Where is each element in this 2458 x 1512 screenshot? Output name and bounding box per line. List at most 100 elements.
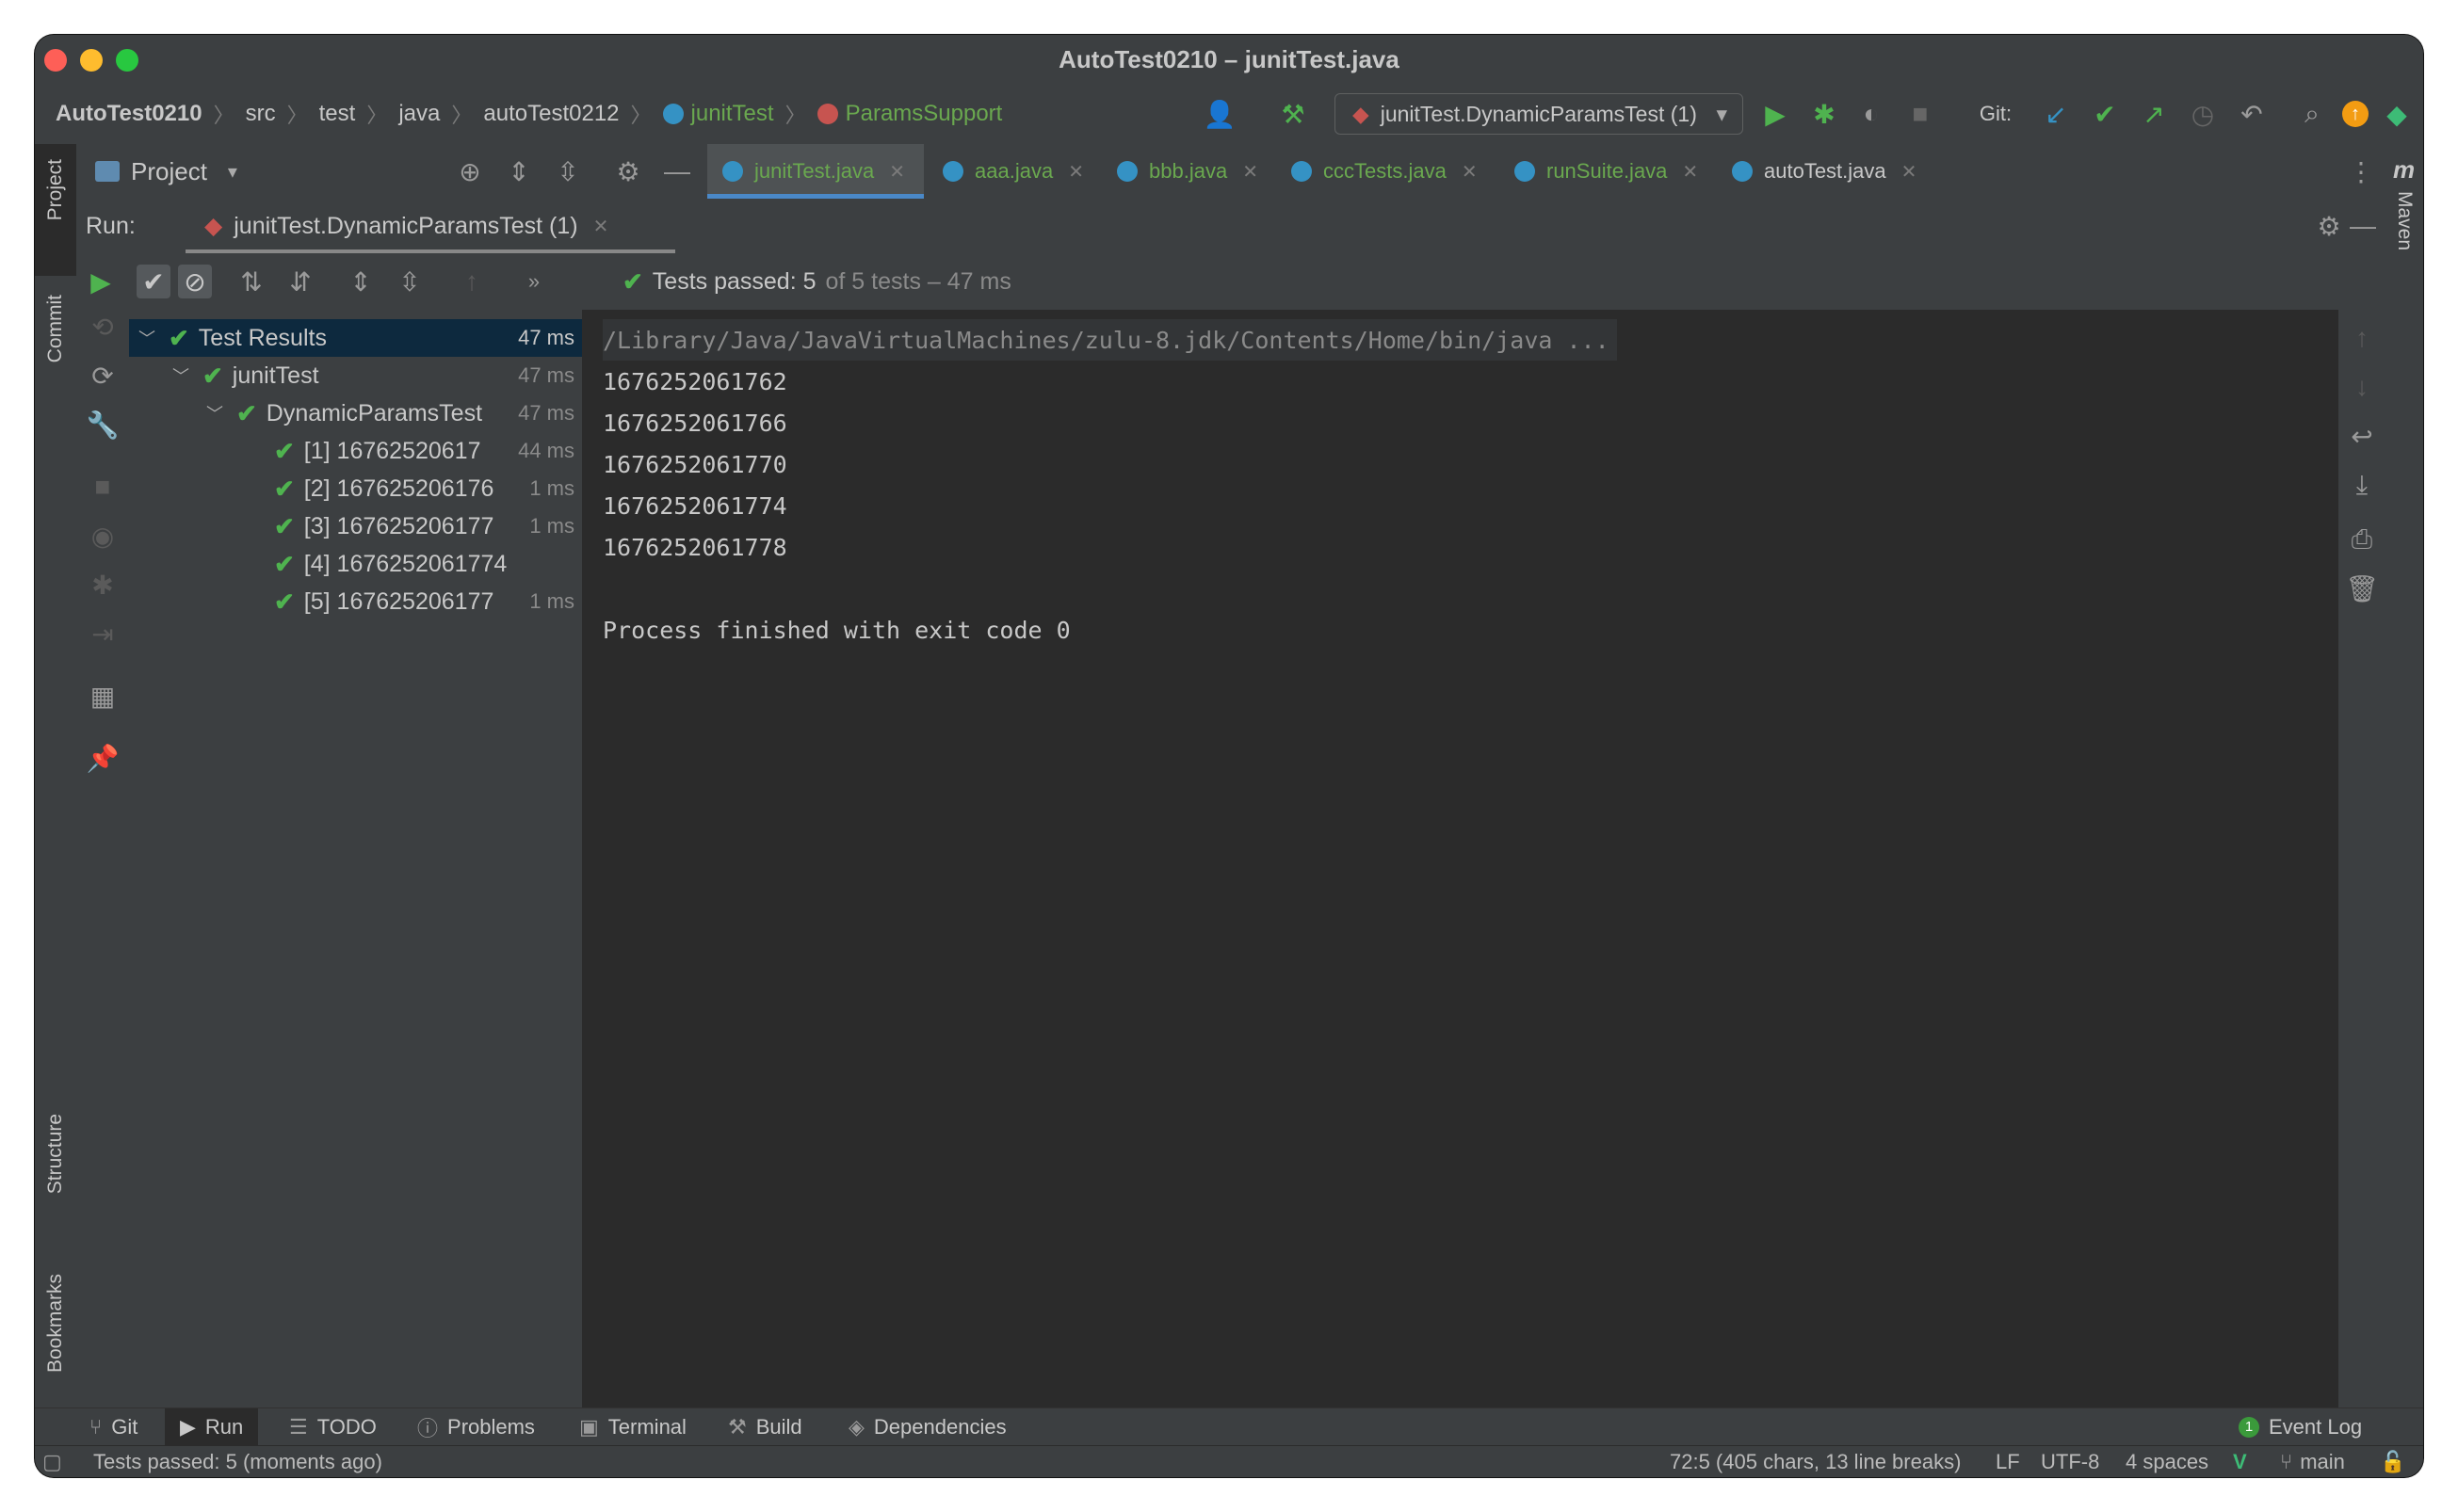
collapse-all-icon[interactable]: ⇳ <box>393 265 427 298</box>
sort-duration-icon[interactable]: ⇵ <box>283 265 317 298</box>
cursor-position[interactable]: 72:5 (405 chars, 13 line breaks) <box>1670 1446 1961 1477</box>
git-branch[interactable]: ⑂ main <box>2280 1446 2345 1477</box>
sort-alpha-icon[interactable]: ⇅ <box>234 265 268 298</box>
breadcrumb-project[interactable]: AutoTest0210 <box>56 101 202 127</box>
rerun-icon[interactable]: ▶ <box>84 265 118 298</box>
vue-icon[interactable]: V <box>2233 1446 2247 1477</box>
zoom-window-button[interactable] <box>116 49 138 72</box>
tab-dependencies[interactable]: ◈ Dependencies <box>849 1408 1007 1446</box>
run-icon[interactable]: ▶ <box>1758 97 1792 131</box>
tree-row-test-4[interactable]: ✔ [4] 1676252061774 <box>129 545 582 583</box>
print-icon[interactable]: ⎙ <box>2345 523 2379 556</box>
search-icon[interactable]: ⌕ <box>2295 97 2329 131</box>
tab-junittest-java[interactable]: junitTest.java ✕ <box>707 144 924 199</box>
line-separator[interactable]: LF <box>1996 1446 2020 1477</box>
file-encoding[interactable]: UTF-8 <box>2041 1446 2099 1477</box>
project-panel-header[interactable]: Project ▾ <box>95 144 237 199</box>
tree-row-dynamicparamstest[interactable]: ﹀ ✔ DynamicParamsTest 47 ms <box>129 394 582 432</box>
debug-icon[interactable]: ✱ <box>1807 97 1841 131</box>
expand-all-icon[interactable]: ⇕ <box>344 265 378 298</box>
exit-icon[interactable]: ⇥ <box>86 617 120 651</box>
tab-aaa-java[interactable]: aaa.java ✕ <box>943 144 1084 199</box>
rerun-failed-icon[interactable]: ⟲ <box>86 310 120 344</box>
status-message[interactable]: Tests passed: 5 (moments ago) <box>93 1446 382 1477</box>
tab-event-log[interactable]: 1 Event Log <box>2239 1408 2362 1446</box>
tree-row-test-results[interactable]: ﹀ ✔ Test Results 47 ms <box>129 319 582 357</box>
tab-ccctests-java[interactable]: cccTests.java ✕ <box>1291 144 1478 199</box>
arrow-up-icon[interactable]: ↑ <box>2345 321 2379 355</box>
close-icon[interactable]: ✕ <box>1068 160 1084 184</box>
minimize-window-button[interactable] <box>80 49 103 72</box>
tab-runsuite-java[interactable]: runSuite.java ✕ <box>1514 144 1698 199</box>
breadcrumb-test[interactable]: test <box>319 101 356 127</box>
strip-maven[interactable]: Maven <box>2393 191 2416 250</box>
indent-setting[interactable]: 4 spaces <box>2126 1446 2208 1477</box>
breadcrumb-java[interactable]: java <box>398 101 440 127</box>
panel-toggle-icon[interactable]: ▢ <box>42 1446 62 1477</box>
console-line[interactable]: /Library/Java/JavaVirtualMachines/zulu-8… <box>603 319 1617 361</box>
tab-git[interactable]: ⑂ Git <box>89 1408 137 1446</box>
close-icon[interactable]: ✕ <box>1242 160 1258 184</box>
coverage-icon[interactable]: ◐ <box>1854 97 1888 131</box>
close-icon[interactable]: ✕ <box>593 215 609 238</box>
tab-autotest-java[interactable]: autoTest.java ✕ <box>1732 144 1916 199</box>
pin-icon[interactable]: 📌 <box>86 741 120 775</box>
git-update-icon[interactable]: ↙ <box>2039 97 2073 131</box>
rollback-icon[interactable]: ↶ <box>2235 97 2269 131</box>
toggle-auto-test-icon[interactable]: ⟳ <box>86 359 120 393</box>
camera-icon[interactable]: ◉ <box>86 519 120 553</box>
breadcrumb-class[interactable]: junitTest <box>691 101 774 127</box>
collapse-all-icon[interactable]: ⇳ <box>551 154 585 188</box>
tree-row-test-1[interactable]: ✔ [1] 16762520617 44 ms <box>129 432 582 470</box>
locate-icon[interactable]: ⊕ <box>453 154 487 188</box>
run-configuration-selector[interactable]: ◆ junitTest.DynamicParamsTest (1) ▾ <box>1334 93 1743 135</box>
breadcrumb-method[interactable]: ParamsSupport <box>846 101 1003 127</box>
tree-row-test-5[interactable]: ✔ [5] 167625206177 1 ms <box>129 583 582 620</box>
more-tabs-icon[interactable]: ⋮ <box>2344 154 2378 188</box>
close-window-button[interactable] <box>44 49 67 72</box>
close-icon[interactable]: ✕ <box>1682 160 1698 184</box>
previous-failed-icon[interactable]: ↑ <box>455 265 489 298</box>
console-output[interactable]: /Library/Java/JavaVirtualMachines/zulu-8… <box>582 310 2338 1407</box>
gear-icon[interactable]: ⚙ <box>611 154 645 188</box>
arrow-down-icon[interactable]: ↓ <box>2345 370 2379 404</box>
stop-icon[interactable]: ■ <box>1903 97 1937 131</box>
tab-problems[interactable]: ⓘ Problems <box>417 1408 535 1446</box>
trash-icon[interactable]: 🗑 <box>2345 571 2379 605</box>
breadcrumb-package[interactable]: autoTest0212 <box>483 101 619 127</box>
tree-row-test-2[interactable]: ✔ [2] 167625206176 1 ms <box>129 470 582 507</box>
tab-run[interactable]: ▶ Run <box>165 1408 259 1446</box>
scroll-to-end-icon[interactable]: ⤓ <box>2345 468 2379 502</box>
git-push-icon[interactable]: ↗ <box>2137 97 2171 131</box>
tab-bbb-java[interactable]: bbb.java ✕ <box>1117 144 1258 199</box>
stop-icon[interactable]: ■ <box>86 470 120 504</box>
tab-todo[interactable]: ☰ TODO <box>289 1408 377 1446</box>
tree-row-junittest[interactable]: ﹀ ✔ junitTest 47 ms <box>129 357 582 394</box>
show-ignored-icon[interactable]: ⊘ <box>178 265 212 298</box>
plugin-logo-icon[interactable]: ◆ <box>2380 97 2414 131</box>
run-tab[interactable]: ◆ junitTest.DynamicParamsTest (1) ✕ <box>186 199 675 253</box>
lock-icon[interactable]: 🔓 <box>2380 1446 2405 1477</box>
git-commit-icon[interactable]: ✔ <box>2088 97 2122 131</box>
layout-icon[interactable]: ▦ <box>86 679 120 713</box>
close-icon[interactable]: ✕ <box>1901 160 1917 184</box>
git-history-icon[interactable]: ◷ <box>2186 97 2220 131</box>
more-actions-icon[interactable]: » <box>517 265 551 298</box>
bug-icon[interactable]: ✱ <box>86 568 120 602</box>
soft-wrap-icon[interactable]: ↩ <box>2345 419 2379 453</box>
expand-all-icon[interactable]: ⇕ <box>502 154 536 188</box>
strip-commit[interactable]: Commit <box>44 295 67 362</box>
update-icon[interactable]: ↑ <box>2338 97 2372 131</box>
wrench-icon[interactable]: 🔧 <box>86 408 120 442</box>
hide-panel-icon[interactable]: — <box>660 154 694 188</box>
tab-build[interactable]: ⚒ Build <box>728 1408 802 1446</box>
hide-panel-icon[interactable]: — <box>2346 209 2380 243</box>
strip-structure[interactable]: Structure <box>44 1114 67 1194</box>
close-icon[interactable]: ✕ <box>889 160 905 184</box>
user-icon[interactable]: 👤 <box>1203 97 1237 131</box>
tree-row-test-3[interactable]: ✔ [3] 167625206177 1 ms <box>129 507 582 545</box>
build-hammer-icon[interactable]: ⚒ <box>1276 97 1310 131</box>
strip-project[interactable]: Project <box>44 159 67 220</box>
breadcrumb-src[interactable]: src <box>246 101 276 127</box>
gear-icon[interactable]: ⚙ <box>2312 209 2346 243</box>
